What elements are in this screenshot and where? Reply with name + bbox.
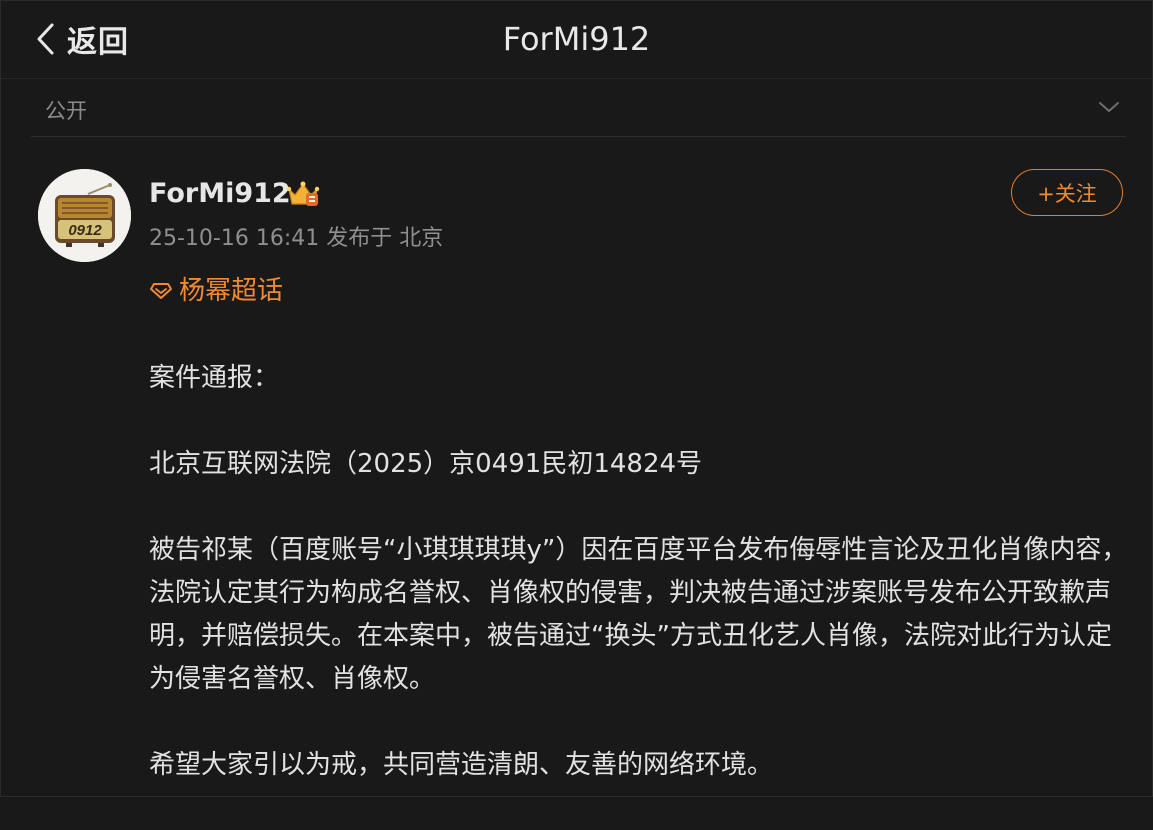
paragraph-case-number: 北京互联网法院（2025）京0491民初14824号: [149, 449, 703, 479]
app-window: 返回 ForMi912 公开 0912 ForMi912 25-10-16 16…: [0, 0, 1153, 797]
top-bar: 返回 ForMi912: [1, 1, 1152, 79]
diamond-icon: [150, 283, 172, 299]
paragraph-heading: 案件通报：: [149, 363, 280, 393]
avatar-text: 0912: [68, 222, 102, 239]
post-content: 案件通报： 北京互联网法院（2025）京0491民初14824号 被告祁某（百度…: [149, 357, 1134, 830]
topic-link[interactable]: 杨幂超话: [149, 273, 283, 309]
visibility-label: 公开: [45, 99, 87, 123]
paragraph-closing: 希望大家引以为戒，共同营造清朗、友善的网络环境。: [149, 750, 774, 780]
radio-icon: 0912: [38, 169, 131, 262]
author-name[interactable]: ForMi912: [149, 175, 291, 213]
visibility-selector[interactable]: 公开: [1, 79, 1152, 137]
post-meta: 25-10-16 16:41 发布于 北京: [149, 226, 444, 251]
paragraph-details: 被告祁某（百度账号“小琪琪琪琪y”）因在百度平台发布侮辱性言论及丑化肖像内容，法…: [149, 535, 1128, 694]
page-title: ForMi912: [502, 20, 651, 58]
chevron-down-icon: [1099, 102, 1119, 112]
follow-button[interactable]: +关注: [1011, 169, 1123, 216]
avatar[interactable]: 0912: [38, 169, 131, 262]
crown-badge-icon: [286, 181, 320, 206]
divider: [31, 136, 1126, 137]
topic-label: 杨幂超话: [179, 276, 284, 306]
